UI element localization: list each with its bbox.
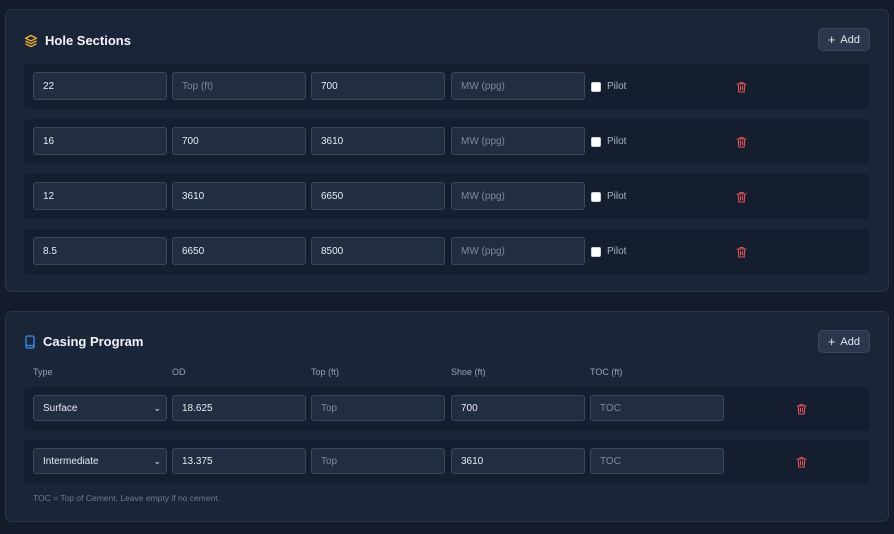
add-hole-section-button[interactable]: + Add	[817, 28, 870, 51]
trash-icon[interactable]	[796, 455, 807, 473]
hole-top-input[interactable]: 700	[172, 127, 306, 155]
pilot-toggle[interactable]: Pilot	[591, 246, 626, 257]
casing-row: Intermediate ⌄ 13.375 Top 3610 TOC	[24, 440, 870, 484]
casing-toc-input[interactable]: TOC	[590, 448, 724, 474]
pilot-toggle[interactable]: Pilot	[591, 81, 626, 92]
pilot-checkbox[interactable]	[591, 191, 601, 202]
hole-top-input[interactable]: 3610	[172, 182, 306, 210]
pilot-label: Pilot	[607, 246, 627, 257]
column-header-toc: TOC (ft)	[590, 367, 623, 377]
hole-sections-panel: Hole Sections + Add 22 Top (ft) 700 MW (…	[5, 9, 889, 292]
casing-type-select[interactable]: Intermediate ⌄	[33, 448, 167, 474]
hole-size-input[interactable]: 22	[33, 72, 167, 100]
casing-row: Surface ⌄ 18.625 Top 700 TOC	[24, 387, 870, 431]
toc-footnote: TOC = Top of Cement. Leave empty if no c…	[33, 493, 221, 503]
add-label: Add	[840, 33, 860, 46]
casing-top-input[interactable]: Top	[311, 395, 445, 421]
hole-bottom-input[interactable]: 6650	[311, 182, 445, 210]
hole-bottom-input[interactable]: 3610	[311, 127, 445, 155]
chevron-down-icon: ⌄	[153, 402, 161, 413]
pilot-toggle[interactable]: Pilot	[591, 191, 626, 202]
add-casing-button[interactable]: + Add	[817, 330, 870, 353]
hole-section-row: 12 3610 6650 MW (ppg) Pilot	[24, 174, 870, 219]
chevron-down-icon: ⌄	[153, 455, 161, 466]
casing-type-select[interactable]: Surface ⌄	[33, 395, 167, 421]
hole-section-row: 16 700 3610 MW (ppg) Pilot	[24, 119, 870, 164]
pilot-label: Pilot	[607, 81, 627, 92]
pilot-checkbox[interactable]	[591, 136, 601, 147]
trash-icon[interactable]	[736, 135, 747, 153]
mud-weight-input[interactable]: MW (ppg)	[451, 72, 585, 100]
casing-shoe-input[interactable]: 3610	[451, 448, 585, 474]
casing-icon	[24, 334, 36, 349]
hole-top-input[interactable]: 6650	[172, 237, 306, 265]
casing-toc-input[interactable]: TOC	[590, 395, 724, 421]
column-header-od: OD	[172, 367, 186, 377]
casing-shoe-input[interactable]: 700	[451, 395, 585, 421]
hole-sections-header: Hole Sections	[24, 33, 131, 48]
plus-icon: +	[827, 334, 836, 349]
hole-bottom-input[interactable]: 700	[311, 72, 445, 100]
hole-size-input[interactable]: 12	[33, 182, 167, 210]
mud-weight-input[interactable]: MW (ppg)	[451, 237, 585, 265]
hole-sections-title: Hole Sections	[45, 33, 131, 48]
hole-top-input[interactable]: Top (ft)	[172, 72, 306, 100]
column-header-type: Type	[33, 367, 53, 377]
casing-type-value: Intermediate	[43, 455, 99, 467]
column-header-top: Top (ft)	[311, 367, 340, 377]
hole-size-input[interactable]: 16	[33, 127, 167, 155]
trash-icon[interactable]	[736, 190, 747, 208]
casing-od-input[interactable]: 18.625	[172, 395, 306, 421]
casing-program-panel: Casing Program + Add Type OD Top (ft) Sh…	[5, 311, 889, 522]
pilot-toggle[interactable]: Pilot	[591, 136, 626, 147]
hole-size-input[interactable]: 8.5	[33, 237, 167, 265]
hole-section-row: 22 Top (ft) 700 MW (ppg) Pilot	[24, 64, 870, 109]
pilot-checkbox[interactable]	[591, 81, 601, 92]
trash-icon[interactable]	[736, 245, 747, 263]
casing-top-input[interactable]: Top	[311, 448, 445, 474]
mud-weight-input[interactable]: MW (ppg)	[451, 127, 585, 155]
add-label: Add	[840, 335, 860, 348]
trash-icon[interactable]	[796, 402, 807, 420]
casing-type-value: Surface	[43, 402, 78, 414]
hole-section-row: 8.5 6650 8500 MW (ppg) Pilot	[24, 229, 870, 274]
casing-program-header: Casing Program	[24, 334, 143, 349]
pilot-label: Pilot	[607, 136, 627, 147]
plus-icon: +	[827, 32, 836, 47]
casing-od-input[interactable]: 13.375	[172, 448, 306, 474]
column-header-shoe: Shoe (ft)	[451, 367, 486, 377]
trash-icon[interactable]	[736, 80, 747, 98]
pilot-label: Pilot	[607, 191, 627, 202]
layers-icon	[24, 34, 38, 48]
casing-program-title: Casing Program	[43, 334, 144, 349]
mud-weight-input[interactable]: MW (ppg)	[451, 182, 585, 210]
hole-bottom-input[interactable]: 8500	[311, 237, 445, 265]
pilot-checkbox[interactable]	[591, 246, 601, 257]
